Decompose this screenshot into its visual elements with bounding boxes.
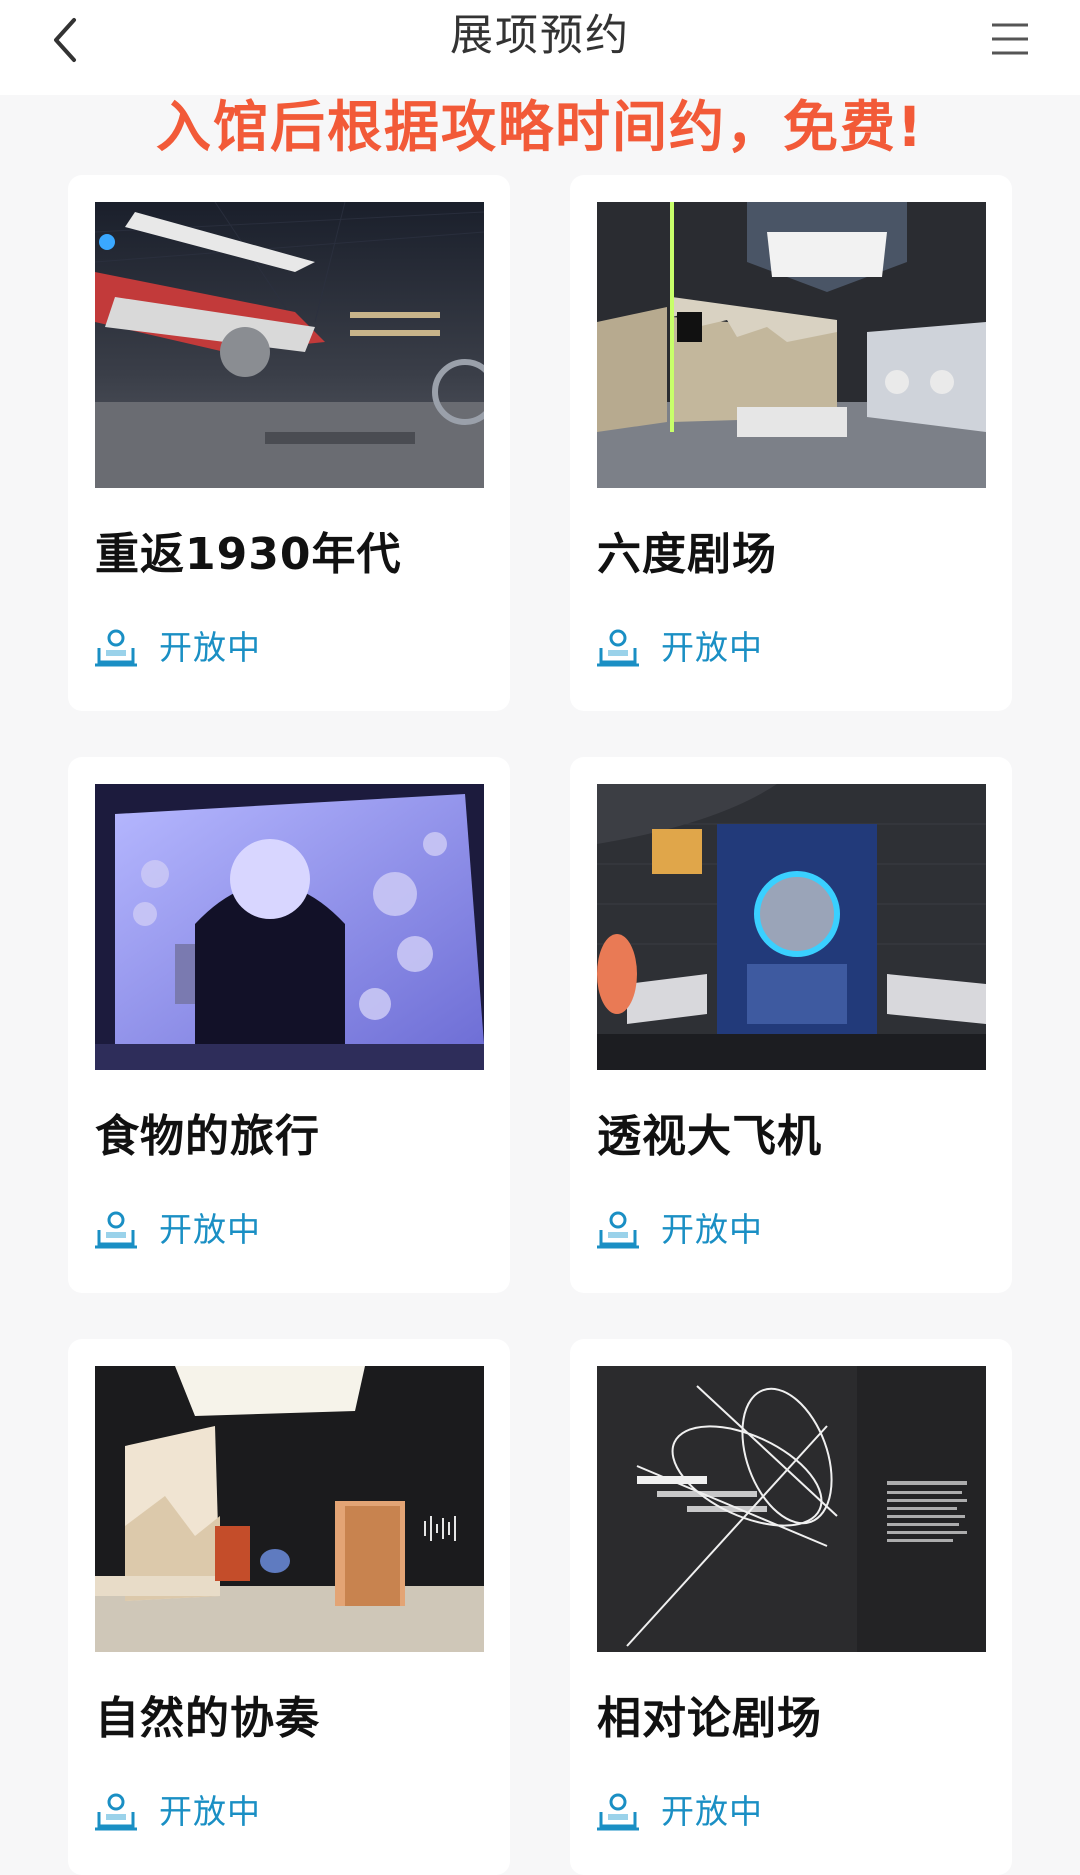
exhibit-name: 透视大飞机 (597, 1111, 822, 1162)
booking-notice-banner: 入馆后根据攻略时间约，免费! (155, 95, 925, 159)
status-label: 开放中 (661, 1792, 763, 1831)
relativity-theater-photo (597, 1366, 986, 1652)
menu-button[interactable] (980, 14, 1040, 64)
airplane-xray-exhibit-photo (597, 784, 986, 1070)
hamburger-menu-icon (992, 23, 1028, 55)
booking-seat-icon (597, 1793, 639, 1831)
top-navigation-bar: 展项预约 (0, 0, 1080, 95)
status-label: 开放中 (159, 1792, 261, 1831)
exhibit-card[interactable]: 食物的旅行 开放中 (68, 757, 510, 1293)
food-journey-arch-photo (95, 784, 484, 1070)
exhibit-status: 开放中 (595, 623, 763, 673)
booking-seat-icon (597, 1211, 639, 1249)
exhibit-card[interactable]: 自然的协奏 开放中 (68, 1339, 510, 1875)
page-title: 展项预约 (450, 11, 630, 61)
exhibit-name: 相对论剧场 (597, 1693, 822, 1744)
status-label: 开放中 (159, 628, 261, 667)
exhibit-name: 六度剧场 (597, 529, 777, 580)
exhibit-card[interactable]: 重返1930年代 开放中 (68, 175, 510, 711)
exhibit-status: 开放中 (93, 623, 261, 673)
exhibit-name: 重返1930年代 (95, 529, 402, 580)
exhibit-status: 开放中 (595, 1787, 763, 1837)
exhibit-card[interactable]: 透视大飞机 开放中 (570, 757, 1012, 1293)
exhibit-status: 开放中 (93, 1787, 261, 1837)
status-label: 开放中 (661, 628, 763, 667)
exhibit-name: 食物的旅行 (95, 1111, 320, 1162)
exhibit-name: 自然的协奏 (95, 1693, 320, 1744)
aircraft-hall-photo (95, 202, 484, 488)
exhibit-card[interactable]: 相对论剧场 开放中 (570, 1339, 1012, 1875)
booking-seat-icon (95, 1211, 137, 1249)
status-label: 开放中 (661, 1210, 763, 1249)
nature-concerto-room-photo (95, 1366, 484, 1652)
exhibit-card[interactable]: 六度剧场 开放中 (570, 175, 1012, 711)
gallery-room-photo (597, 202, 986, 488)
exhibit-status: 开放中 (595, 1205, 763, 1255)
booking-seat-icon (95, 1793, 137, 1831)
booking-seat-icon (597, 629, 639, 667)
status-label: 开放中 (159, 1210, 261, 1249)
booking-seat-icon (95, 629, 137, 667)
exhibit-status: 开放中 (93, 1205, 261, 1255)
